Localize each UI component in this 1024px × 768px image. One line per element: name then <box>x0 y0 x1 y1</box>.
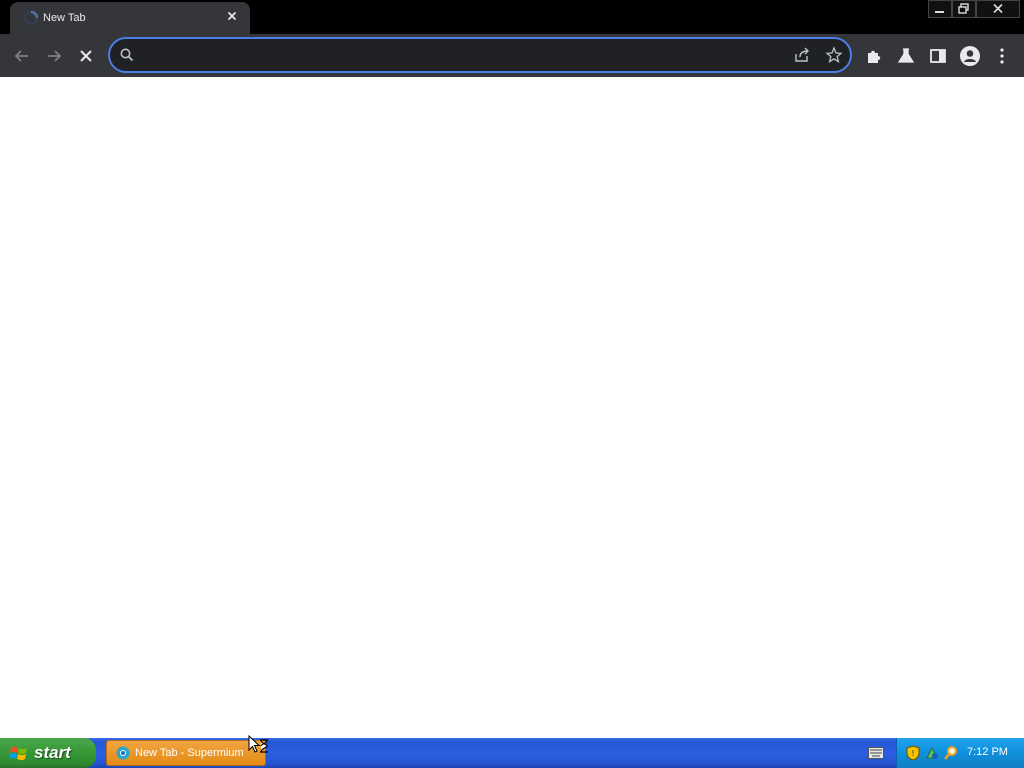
taskbar-item-label: New Tab - Supermium <box>135 747 244 759</box>
supermium-icon <box>116 746 130 760</box>
back-button[interactable] <box>11 45 33 67</box>
browser-menu-button[interactable] <box>991 45 1013 67</box>
taskbar-item-browser[interactable]: New Tab - Supermium <box>106 740 266 766</box>
window-minimize-button[interactable] <box>928 0 952 18</box>
side-panel-icon <box>930 49 946 63</box>
window-close-button[interactable] <box>976 0 1020 18</box>
window-restore-button[interactable] <box>952 0 976 18</box>
page-content <box>0 77 1024 738</box>
busy-cursor-icon <box>248 735 268 753</box>
bookmark-button[interactable] <box>825 46 843 64</box>
security-shield-icon[interactable]: ! <box>905 745 921 761</box>
profile-icon <box>960 46 980 66</box>
share-button[interactable] <box>793 46 811 64</box>
keyboard-icon[interactable] <box>868 747 884 759</box>
search-icon[interactable] <box>943 745 959 761</box>
profile-button[interactable] <box>959 45 981 67</box>
star-icon <box>825 46 843 63</box>
close-icon <box>993 3 1003 14</box>
svg-text:!: ! <box>911 749 914 758</box>
more-vertical-icon <box>1000 48 1004 64</box>
start-label: start <box>34 743 71 762</box>
arrow-left-icon <box>14 50 28 62</box>
minimize-icon <box>935 11 944 13</box>
address-bar[interactable] <box>108 37 852 73</box>
tab-close-button[interactable] <box>224 8 240 24</box>
taskbar: start New Tab - Supermium ! 7:12 PM <box>0 738 1024 768</box>
flask-icon <box>897 48 915 63</box>
loading-spinner-icon <box>24 11 38 25</box>
search-icon <box>120 48 134 62</box>
tab-title: New Tab <box>43 12 86 24</box>
tab-new-tab[interactable]: New Tab <box>10 2 250 34</box>
extensions-button[interactable] <box>863 45 885 67</box>
browser-toolbar <box>0 34 1024 77</box>
share-icon <box>795 47 809 62</box>
browser-title-bar: New Tab <box>0 0 1024 34</box>
stop-loading-button[interactable] <box>75 45 97 67</box>
forward-button[interactable] <box>43 45 65 67</box>
arrow-right-icon <box>48 50 62 62</box>
start-button[interactable]: start <box>0 738 96 768</box>
network-icon[interactable] <box>924 745 940 761</box>
labs-button[interactable] <box>895 45 917 67</box>
restore-icon <box>958 3 969 14</box>
address-input[interactable] <box>142 43 782 67</box>
side-panel-button[interactable] <box>927 45 949 67</box>
close-icon <box>80 50 92 62</box>
system-tray: ! 7:12 PM <box>896 738 1024 768</box>
windows-logo-icon <box>10 746 27 761</box>
clock: 7:12 PM <box>967 746 1008 758</box>
puzzle-icon <box>868 50 881 63</box>
close-icon <box>227 11 237 21</box>
